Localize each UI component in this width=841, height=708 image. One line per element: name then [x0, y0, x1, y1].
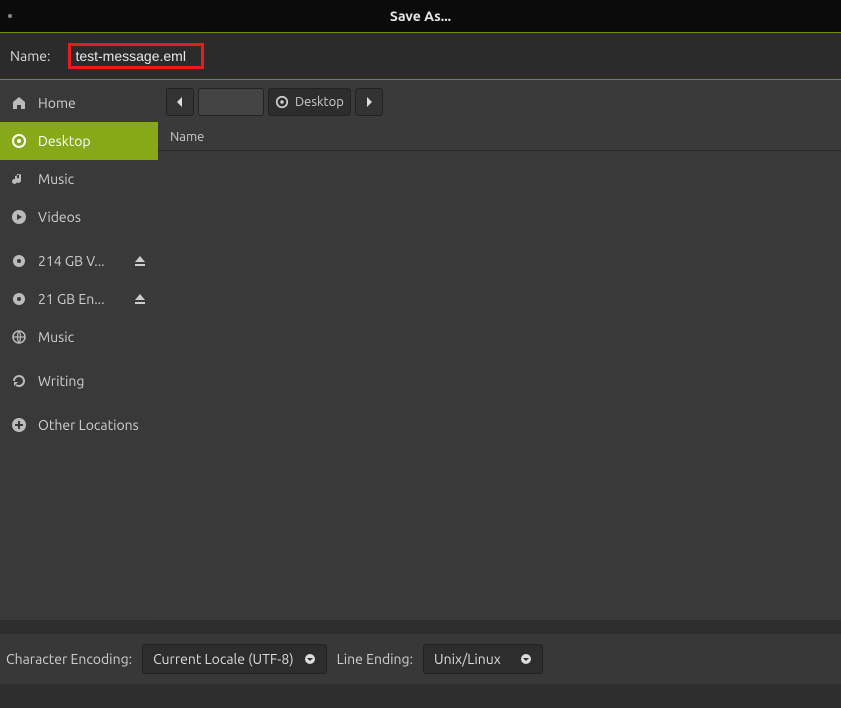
plus-icon: [10, 416, 28, 434]
path-segment-desktop[interactable]: Desktop: [268, 88, 351, 116]
path-back-button[interactable]: [166, 88, 194, 116]
sidebar-item-label: Other Locations: [38, 417, 148, 433]
window-title: Save As...: [390, 8, 451, 24]
file-list-area[interactable]: [158, 151, 841, 620]
places-sidebar: Home Desktop Music Videos 214 GB V: [0, 80, 158, 620]
chevron-left-icon: [174, 96, 186, 108]
sidebar-item-label: Writing: [38, 373, 148, 389]
home-icon: [10, 94, 28, 112]
sidebar-item-desktop[interactable]: Desktop: [0, 122, 158, 160]
encoding-combo[interactable]: Current Locale (UTF-8): [142, 644, 327, 674]
sidebar-item-writing[interactable]: Writing: [0, 362, 158, 400]
encoding-label: Character Encoding:: [6, 651, 132, 667]
sidebar-item-music[interactable]: Music: [0, 160, 158, 198]
column-name-label: Name: [170, 130, 204, 144]
titlebar: Save As...: [0, 0, 841, 32]
sidebar-item-label: 214 GB V...: [38, 253, 122, 269]
music-icon: [10, 170, 28, 188]
sidebar-item-label: Home: [38, 95, 148, 111]
sidebar-item-label: Music: [38, 329, 148, 345]
videos-icon: [10, 208, 28, 226]
filename-input[interactable]: [71, 46, 201, 66]
sidebar-item-label: Music: [38, 171, 148, 187]
line-ending-combo[interactable]: Unix/Linux: [423, 644, 543, 674]
chevron-down-icon: [304, 653, 316, 665]
sidebar-item-network-music[interactable]: Music: [0, 318, 158, 356]
chevron-down-icon: [520, 653, 532, 665]
chevron-right-icon: [363, 96, 375, 108]
eject-icon[interactable]: [132, 291, 148, 307]
filename-label: Name:: [10, 48, 50, 64]
footer-bar: Character Encoding: Current Locale (UTF-…: [0, 634, 841, 684]
sidebar-item-other-locations[interactable]: Other Locations: [0, 406, 158, 444]
desktop-icon: [10, 132, 28, 150]
main-pane: Desktop Name: [158, 80, 841, 620]
disk-icon: [10, 252, 28, 270]
path-forward-button[interactable]: [355, 88, 383, 116]
sidebar-item-label: Desktop: [38, 133, 148, 149]
sidebar-item-videos[interactable]: Videos: [0, 198, 158, 236]
file-list-header[interactable]: Name: [158, 124, 841, 151]
path-bar: Desktop: [158, 80, 841, 124]
filename-row: Name:: [0, 32, 841, 80]
desktop-icon: [275, 95, 289, 109]
sidebar-item-volume[interactable]: 214 GB V...: [0, 242, 158, 280]
filename-highlight-box: [68, 43, 204, 69]
line-ending-value: Unix/Linux: [434, 651, 501, 667]
line-ending-label: Line Ending:: [337, 651, 413, 667]
eject-icon[interactable]: [132, 253, 148, 269]
disk-icon: [10, 290, 28, 308]
sidebar-item-label: 21 GB En...: [38, 291, 122, 307]
path-segment-blank[interactable]: [198, 88, 264, 116]
sidebar-item-home[interactable]: Home: [0, 84, 158, 122]
encoding-value: Current Locale (UTF-8): [153, 651, 294, 667]
titlebar-indicator-dot: [8, 14, 12, 18]
sidebar-item-volume[interactable]: 21 GB En...: [0, 280, 158, 318]
path-segment-label: Desktop: [295, 95, 344, 109]
refresh-icon: [10, 372, 28, 390]
network-icon: [10, 328, 28, 346]
sidebar-item-label: Videos: [38, 209, 148, 225]
